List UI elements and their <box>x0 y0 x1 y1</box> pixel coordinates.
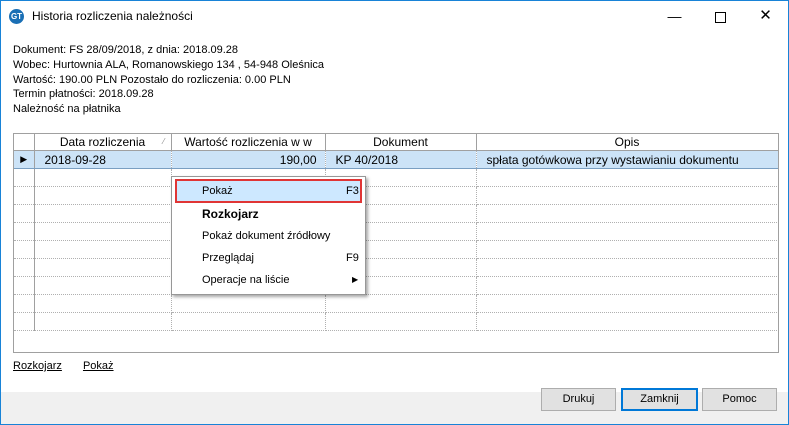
empty-cell[interactable] <box>476 186 778 205</box>
close-button[interactable]: Zamknij <box>621 388 698 411</box>
window-title: Historia rozliczenia należności <box>32 9 193 23</box>
empty-cell[interactable] <box>14 240 35 259</box>
empty-cell[interactable] <box>14 186 35 205</box>
dialog-content: Dokument: FS 28/09/2018, z dnia: 2018.09… <box>1 31 788 392</box>
empty-cell[interactable] <box>14 222 35 241</box>
empty-cell[interactable] <box>14 276 35 295</box>
empty-cell[interactable] <box>34 186 172 205</box>
empty-cell[interactable] <box>476 312 778 331</box>
empty-cell[interactable] <box>476 240 778 259</box>
cell-date[interactable]: 2018-09-28 <box>34 150 172 169</box>
empty-row[interactable] <box>14 258 778 277</box>
empty-cell[interactable] <box>476 204 778 223</box>
dialog-window: GT Historia rozliczenia należności — ✕ D… <box>0 0 789 425</box>
minimize-button[interactable]: — <box>652 1 697 31</box>
empty-cell[interactable] <box>34 312 172 331</box>
app-logo-icon: GT <box>9 9 24 24</box>
empty-row[interactable] <box>14 240 778 259</box>
empty-cell[interactable] <box>14 168 35 187</box>
empty-cell[interactable] <box>34 204 172 223</box>
cell-document[interactable]: KP 40/2018 <box>325 150 477 169</box>
cell-value[interactable]: 190,00 <box>171 150 326 169</box>
row-indicator-icon: ▶ <box>14 150 35 169</box>
title-bar[interactable]: GT Historia rozliczenia należności — ✕ <box>1 1 788 31</box>
minimize-icon: — <box>667 8 682 24</box>
info-payer: Należność na płatnika <box>13 103 121 116</box>
menu-item-rozkojarz[interactable]: Rozkojarz <box>176 203 361 225</box>
empty-cell[interactable] <box>476 276 778 295</box>
menu-item-show-source-document[interactable]: Pokaż dokument źródłowy <box>176 225 361 247</box>
pokaz-link[interactable]: Pokaż <box>83 360 114 372</box>
empty-cell[interactable] <box>325 294 477 313</box>
row-indicator-header <box>14 134 35 151</box>
submenu-arrow-icon: ▶ <box>352 275 359 284</box>
empty-row[interactable] <box>14 168 778 187</box>
rozkojarz-link[interactable]: Rozkojarz <box>13 360 62 372</box>
empty-row[interactable] <box>14 276 778 295</box>
info-due-date: Termin płatności: 2018.09.28 <box>13 88 154 101</box>
empty-cell[interactable] <box>34 294 172 313</box>
column-header-document[interactable]: Dokument <box>325 134 477 151</box>
empty-cell[interactable] <box>476 168 778 187</box>
empty-row[interactable] <box>14 204 778 223</box>
help-button[interactable]: Pomoc <box>702 388 777 411</box>
document-info: Dokument: FS 28/09/2018, z dnia: 2018.09… <box>13 43 324 117</box>
empty-cell[interactable] <box>14 294 35 313</box>
empty-row[interactable] <box>14 312 778 331</box>
menu-item-list-operations[interactable]: Operacje na liście ▶ <box>176 269 361 291</box>
sort-indicator-icon: ⁄ <box>163 137 165 146</box>
empty-cell[interactable] <box>325 312 477 331</box>
action-links: Rozkojarz Pokaż <box>13 360 132 372</box>
info-value: Wartość: 190.00 PLN Pozostało do rozlicz… <box>13 73 291 86</box>
empty-cell[interactable] <box>14 258 35 277</box>
grid-header: Data rozliczenia ⁄ Wartość rozliczenia w … <box>14 134 778 151</box>
empty-cell[interactable] <box>34 168 172 187</box>
empty-cell[interactable] <box>14 312 35 331</box>
table-row[interactable]: ▶ 2018-09-28 190,00 KP 40/2018 spłata go… <box>14 150 778 169</box>
column-header-value[interactable]: Wartość rozliczenia w w <box>171 134 326 151</box>
info-document: Dokument: FS 28/09/2018, z dnia: 2018.09… <box>13 44 239 56</box>
close-window-button[interactable]: ✕ <box>743 1 788 31</box>
print-button[interactable]: Drukuj <box>541 388 616 411</box>
empty-row[interactable] <box>14 186 778 205</box>
empty-cell[interactable] <box>171 294 326 313</box>
empty-row[interactable] <box>14 294 778 313</box>
empty-cell[interactable] <box>476 258 778 277</box>
maximize-button[interactable] <box>698 1 743 31</box>
shortcut-label: F3 <box>346 185 359 197</box>
close-icon: ✕ <box>759 7 772 24</box>
menu-item-pokaz[interactable]: Pokaż F3 <box>175 179 362 203</box>
settlement-grid[interactable]: Data rozliczenia ⁄ Wartość rozliczenia w … <box>13 133 779 353</box>
maximize-icon <box>715 11 726 23</box>
column-header-description[interactable]: Opis <box>476 134 778 151</box>
empty-cell[interactable] <box>34 222 172 241</box>
empty-cell[interactable] <box>34 258 172 277</box>
empty-cell[interactable] <box>34 240 172 259</box>
empty-cell[interactable] <box>14 204 35 223</box>
empty-cell[interactable] <box>476 222 778 241</box>
shortcut-label: F9 <box>346 252 359 264</box>
empty-cell[interactable] <box>171 312 326 331</box>
empty-row[interactable] <box>14 222 778 241</box>
column-header-date[interactable]: Data rozliczenia ⁄ <box>34 134 172 151</box>
button-bar: Drukuj Zamknij Pomoc <box>1 388 788 424</box>
context-menu: Pokaż F3 Rozkojarz Pokaż dokument źródło… <box>171 176 366 295</box>
cell-description[interactable]: spłata gotówkowa przy wystawianiu dokume… <box>476 150 778 169</box>
info-counterparty: Wobec: Hurtownia ALA, Romanowskiego 134 … <box>13 58 325 71</box>
empty-cell[interactable] <box>476 294 778 313</box>
menu-item-przegladaj[interactable]: Przeglądaj F9 <box>176 247 361 269</box>
empty-cell[interactable] <box>34 276 172 295</box>
